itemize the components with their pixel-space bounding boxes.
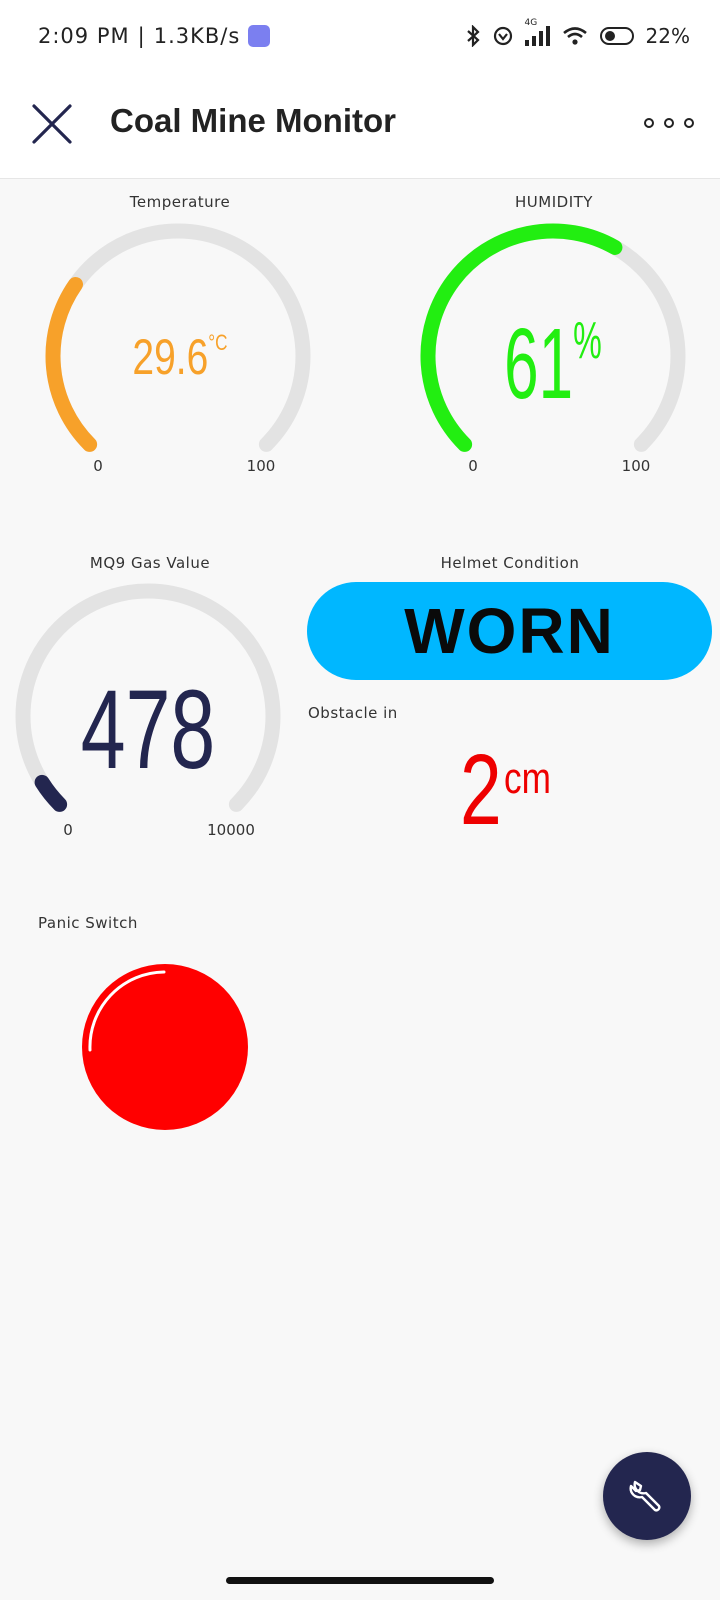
obstacle-unit: cm xyxy=(504,754,551,803)
vpn-icon xyxy=(493,26,512,46)
temperature-min: 0 xyxy=(93,457,103,475)
page-title: Coal Mine Monitor xyxy=(110,102,396,139)
gas-label: MQ9 Gas Value xyxy=(89,554,211,572)
gas-min: 0 xyxy=(63,821,73,839)
more-options-icon xyxy=(644,118,654,128)
helmet-status-badge: WORN xyxy=(307,582,712,680)
close-button[interactable] xyxy=(28,100,76,148)
status-left: 2:09 PM | 1.3KB/s xyxy=(38,24,271,48)
obstacle-label: Obstacle in xyxy=(308,704,398,722)
humidity-min: 0 xyxy=(468,457,478,475)
gas-value: 478 xyxy=(81,667,216,792)
status-right: 4G 22% xyxy=(465,18,690,48)
status-divider: | xyxy=(137,24,146,48)
wifi-icon xyxy=(562,27,587,45)
temperature-label: Temperature xyxy=(129,193,231,211)
more-options-button[interactable] xyxy=(644,108,694,138)
temperature-max: 100 xyxy=(247,457,276,475)
humidity-unit: % xyxy=(573,312,602,370)
panic-label: Panic Switch xyxy=(38,914,138,932)
panic-button-highlight xyxy=(88,970,166,1052)
helmet-label: Helmet Condition xyxy=(440,554,580,572)
temperature-unit: °C xyxy=(208,331,227,356)
temperature-gauge: 29.6°C 0 100 xyxy=(45,223,311,475)
gas-gauge: 478 0 10000 xyxy=(15,583,281,839)
humidity-number: 61 xyxy=(504,308,573,420)
close-icon xyxy=(32,104,72,144)
temperature-gauge-fill xyxy=(45,276,98,452)
obstacle-value: 2 cm xyxy=(460,734,551,846)
wrench-icon xyxy=(629,1480,661,1512)
obstacle-number: 2 xyxy=(460,734,502,846)
status-net-speed: 1.3KB/s xyxy=(153,24,241,48)
battery-level: 22% xyxy=(645,24,690,48)
home-indicator[interactable] xyxy=(226,1577,494,1584)
humidity-max: 100 xyxy=(622,457,651,475)
status-time: 2:09 PM xyxy=(38,24,130,48)
notification-app-icon xyxy=(248,25,271,47)
network-type: 4G xyxy=(524,18,538,28)
humidity-gauge: 61% 0 100 xyxy=(420,223,686,475)
gas-max: 10000 xyxy=(207,821,255,839)
status-bar: 2:09 PM | 1.3KB/s 4G 22% xyxy=(0,0,720,80)
humidity-value: 61% xyxy=(504,308,602,420)
temperature-value: 29.6°C xyxy=(132,328,227,385)
settings-fab[interactable] xyxy=(603,1452,691,1540)
signal-icon: 4G xyxy=(524,18,550,46)
battery-icon xyxy=(599,27,634,45)
humidity-label: HUMIDITY xyxy=(515,193,593,211)
panic-switch-button[interactable] xyxy=(82,964,248,1130)
gas-gauge-fill xyxy=(34,774,68,812)
bluetooth-icon xyxy=(466,25,480,47)
temperature-number: 29.6 xyxy=(132,328,208,385)
app-header: Coal Mine Monitor xyxy=(0,80,720,179)
